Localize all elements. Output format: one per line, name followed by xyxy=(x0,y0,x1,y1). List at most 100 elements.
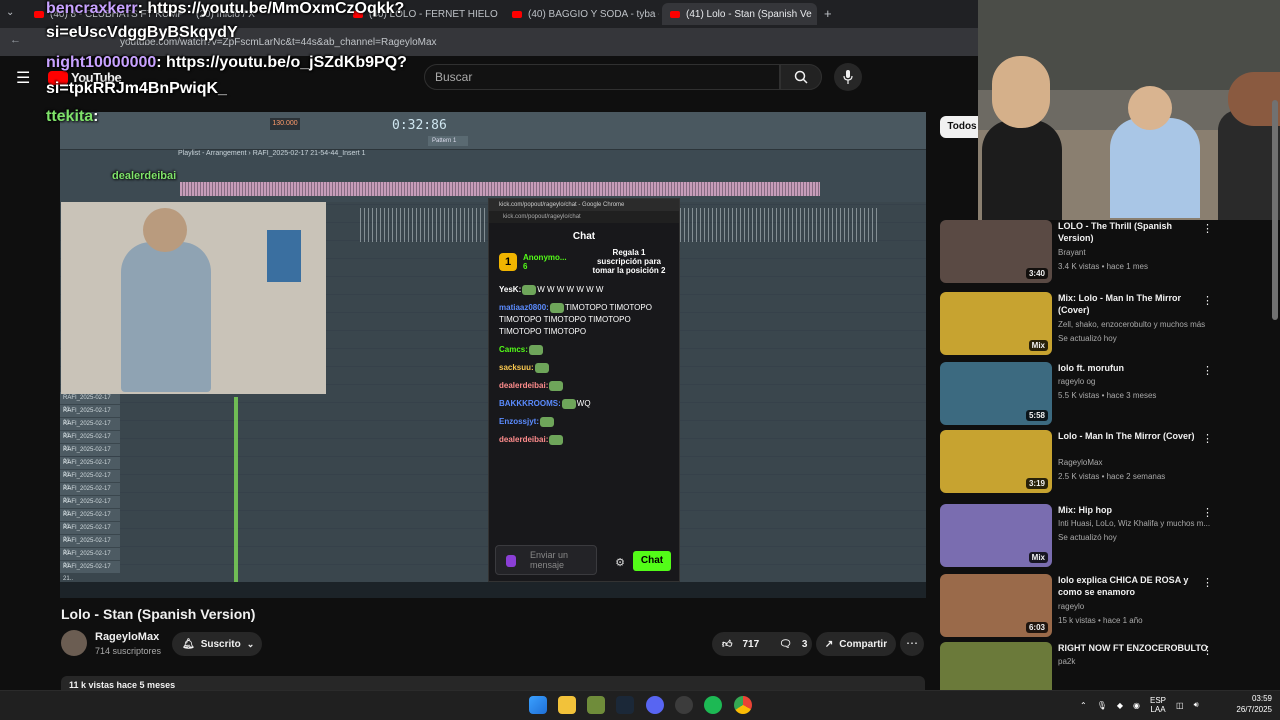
recommendation-item[interactable]: 5:58 lolo ft. morufun rageylo og 5.5 K vist… xyxy=(940,362,1270,428)
recommendation-item[interactable]: Mix Mix: Hip hop Inti Huasi, LoLo, Wiz Kha… xyxy=(940,504,1270,570)
more-options-icon[interactable]: ⋮ xyxy=(1202,506,1213,519)
kick-message-user[interactable]: dealerdeibai: xyxy=(499,435,548,444)
track-label[interactable]: RAFI_2025-02-17 21.. xyxy=(60,561,120,582)
taskbar-clock[interactable]: 03:59 26/7/2025 xyxy=(1222,693,1272,715)
track-label[interactable]: RAFI_2025-02-17 21.. xyxy=(60,548,120,569)
tab-search-icon[interactable]: ⌄ xyxy=(6,7,14,18)
video-thumbnail[interactable]: Mix xyxy=(940,504,1052,567)
track-label[interactable]: RAFI_2025-02-17 21.. xyxy=(60,496,120,517)
chevron-down-icon: ⌄ xyxy=(246,638,255,649)
video-thumbnail[interactable]: 6:03 xyxy=(940,574,1052,637)
track-label[interactable]: RAFI_2025-02-17 21.. xyxy=(60,470,120,491)
kick-message-user[interactable]: dealerdeibai: xyxy=(499,381,548,390)
more-options-icon[interactable]: ⋮ xyxy=(1202,576,1213,589)
gear-icon[interactable]: ⚙ xyxy=(615,556,625,569)
more-actions-icon[interactable]: ⋯ xyxy=(900,632,924,656)
more-options-icon[interactable]: ⋮ xyxy=(1202,432,1213,445)
defender-icon[interactable]: ◆ xyxy=(1117,701,1123,710)
subscribed-button[interactable]: 🔔︎ Suscrito ⌄ xyxy=(172,632,262,656)
steam-icon[interactable] xyxy=(616,696,634,714)
fl-studio-icon[interactable] xyxy=(587,696,605,714)
kick-message-user[interactable]: Enzossjyt: xyxy=(499,417,539,426)
recommendation-title[interactable]: lolo ft. morufun xyxy=(1058,362,1208,374)
track-label[interactable]: RAFI_2025-02-17 21.. xyxy=(60,444,120,465)
channel-avatar[interactable] xyxy=(61,630,87,656)
share-button[interactable]: ↗ Compartir xyxy=(816,632,896,656)
recommendation-channel[interactable]: RageyloMax xyxy=(1058,458,1102,467)
wifi-icon[interactable]: ◫ xyxy=(1176,701,1184,710)
track-label[interactable]: RAFI_2025-02-17 21.. xyxy=(60,457,120,478)
menu-icon[interactable]: ☰ xyxy=(16,68,30,88)
more-options-icon[interactable]: ⋮ xyxy=(1202,294,1213,307)
recommendation-item[interactable]: 3:40 LOLO - The Thrill (Spanish Version) B… xyxy=(940,220,1270,286)
track-label[interactable]: RAFI_2025-02-17 21.. xyxy=(60,483,120,504)
microphone-icon[interactable]: 🎙︎ xyxy=(1097,701,1107,710)
more-options-icon[interactable]: ⋮ xyxy=(1202,222,1213,235)
spotify-icon[interactable] xyxy=(704,696,722,714)
comment-icon[interactable]: 🗨︎ xyxy=(779,639,792,650)
microphone-icon xyxy=(843,70,853,84)
track-label[interactable]: RAFI_2025-02-17 21.. xyxy=(60,509,120,530)
voice-search-button[interactable] xyxy=(834,63,862,91)
kick-message-input[interactable]: Enviar un mensaje xyxy=(495,545,597,575)
recommendation-title[interactable]: LOLO - The Thrill (Spanish Version) xyxy=(1058,220,1208,244)
discord-icon[interactable] xyxy=(646,696,664,714)
recommendation-channel[interactable]: rageylo og xyxy=(1058,377,1095,386)
browser-tab-4[interactable]: (40) BAGGIO Y SODA - tyba - Y xyxy=(504,3,659,25)
recommendation-stats: Se actualizó hoy xyxy=(1058,533,1117,542)
kick-url: kick.com/popout/rageylo/chat xyxy=(489,211,679,223)
track-label[interactable]: RAFI_2025-02-17 21.. xyxy=(60,431,120,452)
kick-message-user[interactable]: matiaaz0800: xyxy=(499,303,549,312)
chrome-icon[interactable] xyxy=(734,696,752,714)
page-scrollbar[interactable] xyxy=(1272,100,1278,320)
language-indicator[interactable]: ESP LAA xyxy=(1150,696,1166,714)
recommendation-title[interactable]: Mix: Lolo - Man In The Mirror (Cover) xyxy=(1058,292,1208,316)
recommendation-item[interactable]: 6:03 lolo explica CHICA DE ROSA y como se… xyxy=(940,574,1270,640)
like-dislike-group[interactable]: 👍︎ 717 🗨︎ 3 xyxy=(712,632,812,656)
track-label[interactable]: RAFI_2025-02-17 21.. xyxy=(60,418,120,439)
recommendation-channel[interactable]: pa2k xyxy=(1058,657,1075,666)
recommendation-channel[interactable]: rageylo xyxy=(1058,602,1084,611)
volume-icon[interactable]: 🔊︎ xyxy=(1194,700,1199,710)
kick-message-user[interactable]: YesK: xyxy=(499,285,521,294)
file-explorer-icon[interactable] xyxy=(558,696,576,714)
video-player[interactable]: 130.000 0:32:86 Pattern 1 Playlist - Arr… xyxy=(60,112,926,598)
network-icon[interactable]: ◉ xyxy=(1133,701,1140,710)
kick-send-button[interactable]: Chat xyxy=(633,551,671,571)
new-tab-icon[interactable]: + xyxy=(824,6,832,21)
channel-name[interactable]: RageyloMax xyxy=(95,631,159,643)
track-label[interactable]: RAFI_2025-02-17 21.. xyxy=(60,405,120,426)
recommendation-title[interactable]: lolo explica CHICA DE ROSA y como se ena… xyxy=(1058,574,1208,598)
kick-message-user[interactable]: Camcs: xyxy=(499,345,528,354)
recommendation-title[interactable]: RIGHT NOW FT ENZOCEROBULTO xyxy=(1058,642,1208,654)
recommendation-title[interactable]: Lolo - Man In The Mirror (Cover) xyxy=(1058,430,1208,442)
kick-sub-leaderboard[interactable]: 1 Anonymo... 6 Regala 1 suscripción para… xyxy=(489,242,679,281)
recommendation-channel[interactable]: Brayant xyxy=(1058,248,1086,257)
search-button[interactable] xyxy=(780,64,822,90)
chevron-up-icon[interactable]: ⌃ xyxy=(1080,701,1087,710)
windows-start-icon[interactable] xyxy=(529,696,547,714)
video-thumbnail[interactable]: 3:40 xyxy=(940,220,1052,283)
track-label[interactable]: RAFI_2025-02-17 21.. xyxy=(60,522,120,543)
recommendation-item[interactable]: Mix Mix: Lolo - Man In The Mirror (Cover)… xyxy=(940,292,1270,358)
more-options-icon[interactable]: ⋮ xyxy=(1202,364,1213,377)
track-label[interactable]: RAFI_2025-02-17 21.. xyxy=(60,535,120,556)
duration-badge: 6:03 xyxy=(1025,622,1048,633)
video-thumbnail[interactable]: Mix xyxy=(940,292,1052,355)
back-icon[interactable]: ← xyxy=(10,34,21,46)
video-thumbnail[interactable]: 3:19 xyxy=(940,430,1052,493)
kick-message-user[interactable]: BAKKKROOMS: xyxy=(499,399,561,408)
recommendation-title[interactable]: Mix: Hip hop xyxy=(1058,504,1208,516)
kick-message-user[interactable]: sacksuu: xyxy=(499,363,534,372)
browser-tab-active[interactable]: (41) Lolo - Stan (Spanish Ve✕ xyxy=(662,3,817,25)
recommendation-item[interactable]: 3:19 Lolo - Man In The Mirror (Cover) Rage… xyxy=(940,430,1270,496)
more-options-icon[interactable]: ⋮ xyxy=(1202,644,1213,657)
video-description[interactable]: 11 k vistas hace 5 meses xyxy=(61,676,925,690)
video-thumbnail[interactable]: 5:58 xyxy=(940,362,1052,425)
emote-picker-icon[interactable] xyxy=(506,555,516,567)
recommendation-channel[interactable]: Zell, shako, enzocerobulto y muchos más xyxy=(1058,320,1205,329)
thumbs-up-icon[interactable]: 👍︎ xyxy=(722,638,732,650)
obs-icon[interactable] xyxy=(675,696,693,714)
recommendation-channel[interactable]: Inti Huasi, LoLo, Wiz Khalifa y muchos m… xyxy=(1058,519,1210,528)
search-input[interactable]: Buscar xyxy=(424,64,780,90)
